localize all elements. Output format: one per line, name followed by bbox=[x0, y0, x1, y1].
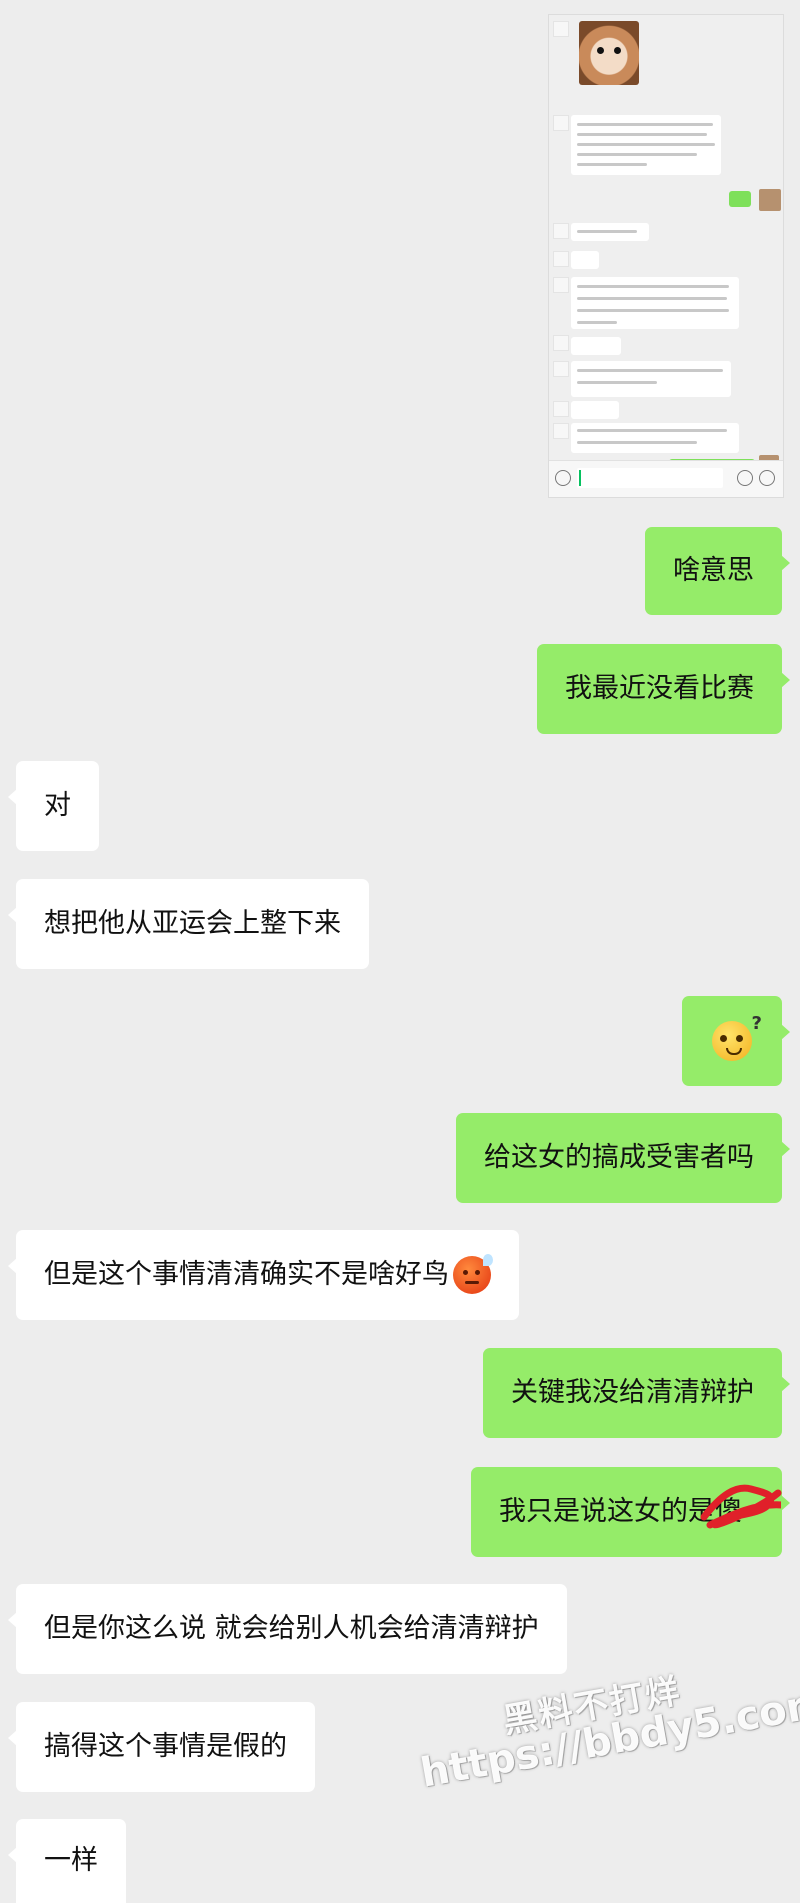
message-bubble-sent[interactable]: 啥意思 bbox=[645, 527, 790, 615]
embedded-chat-screenshot[interactable] bbox=[548, 14, 784, 498]
angry-face-emoji-icon bbox=[453, 1254, 493, 1294]
red-scribble-overlay bbox=[700, 1484, 786, 1529]
message-bubble-sent[interactable]: ? bbox=[682, 996, 790, 1086]
embed-sent-bubble bbox=[729, 191, 751, 207]
message-text: 关键我没给清清辩护 bbox=[511, 1377, 754, 1408]
message-bubble-received[interactable]: 但是这个事情清清确实不是啥好鸟 bbox=[8, 1230, 519, 1320]
message-text: 给这女的搞成受害者吗 bbox=[484, 1142, 754, 1173]
message-bubble-sent[interactable]: 给这女的搞成受害者吗 bbox=[456, 1113, 790, 1203]
embed-text-field[interactable] bbox=[577, 468, 723, 488]
message-text: 搞得这个事情是假的 bbox=[44, 1731, 287, 1762]
embed-emoji-icon bbox=[737, 470, 753, 486]
message-bubble-received[interactable]: 但是你这么说 就会给别人机会给清清辩护 bbox=[8, 1584, 567, 1674]
message-bubble-received[interactable]: 搞得这个事情是假的 bbox=[8, 1702, 315, 1792]
embed-avatar bbox=[553, 115, 569, 131]
embed-my-avatar bbox=[759, 189, 781, 211]
message-bubble-received[interactable]: 想把他从亚运会上整下来 bbox=[8, 879, 369, 969]
message-bubble-sent[interactable]: 我只是说这女的是傻 bbox=[471, 1467, 790, 1557]
message-text: 一样 bbox=[44, 1845, 98, 1876]
message-text: 但是这个事情清清确实不是啥好鸟 bbox=[44, 1259, 449, 1290]
message-bubble-received[interactable]: 一样 bbox=[8, 1819, 126, 1903]
message-text: 我最近没看比赛 bbox=[565, 673, 754, 704]
embed-voice-icon bbox=[555, 470, 571, 486]
embed-plus-icon bbox=[759, 470, 775, 486]
embed-image-placeholder-icon bbox=[553, 21, 569, 37]
hamster-thumbnail-image bbox=[579, 21, 639, 85]
message-bubble-received[interactable]: 对 bbox=[8, 761, 99, 851]
embed-input-bar[interactable] bbox=[549, 460, 783, 497]
message-text: 啥意思 bbox=[673, 555, 754, 586]
message-text: 但是你这么说 就会给别人机会给清清辩护 bbox=[44, 1613, 539, 1644]
message-bubble-sent[interactable]: 关键我没给清清辩护 bbox=[483, 1348, 790, 1438]
message-bubble-sent[interactable]: 我最近没看比赛 bbox=[537, 644, 790, 734]
confused-face-emoji-icon: ? bbox=[712, 1013, 762, 1061]
message-text: 想把他从亚运会上整下来 bbox=[44, 908, 341, 939]
message-text: 对 bbox=[44, 790, 71, 821]
